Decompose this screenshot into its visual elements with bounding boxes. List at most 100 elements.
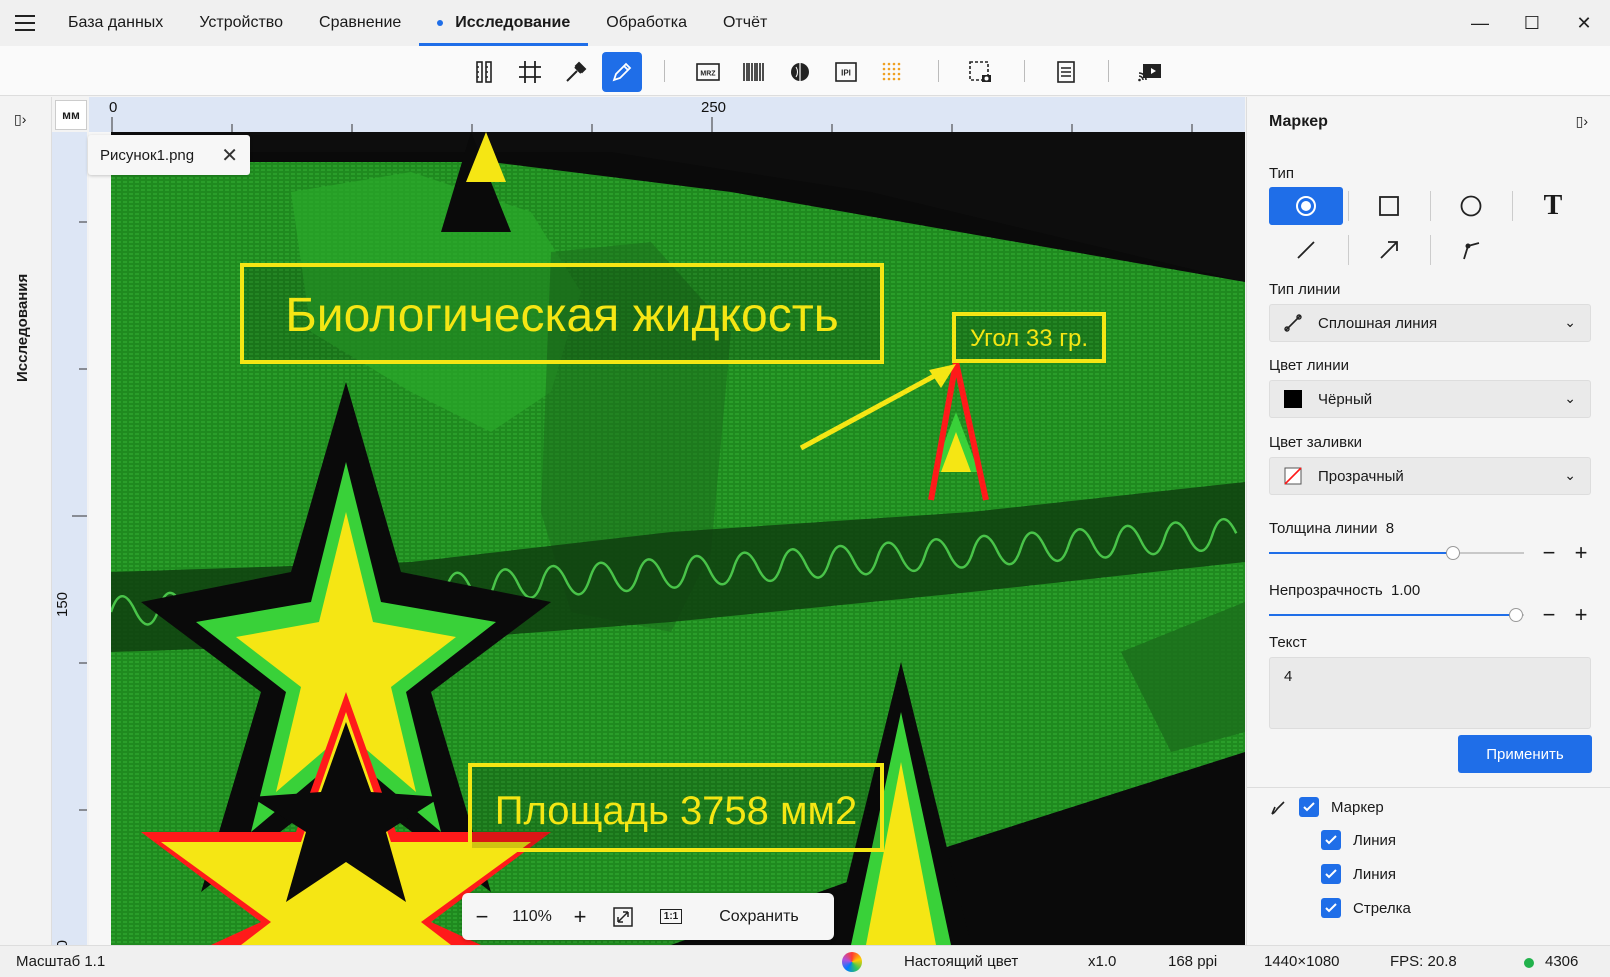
file-tab-name: Рисунок1.png (100, 146, 195, 164)
barcode-tool-button[interactable] (734, 52, 774, 92)
shape-line[interactable] (1269, 231, 1343, 269)
tab-comparison[interactable]: Сравнение (301, 0, 419, 46)
thickness-slider[interactable] (1269, 543, 1524, 563)
arrow-icon (1380, 241, 1398, 259)
marker-text-input[interactable]: 4 (1269, 657, 1591, 729)
angle-icon (1463, 242, 1480, 260)
annotation-angle-text[interactable]: Угол 33 гр. (970, 325, 1088, 352)
ruler-tool-button[interactable] (464, 52, 504, 92)
ipi-icon: IPI (835, 62, 857, 82)
layer-arrow[interactable]: Стрелка (1321, 898, 1411, 918)
shape-angle[interactable] (1434, 231, 1508, 269)
research-panel-label[interactable]: Исследования (14, 274, 31, 382)
grid-tool-button[interactable] (510, 52, 550, 92)
shape-text[interactable]: T (1516, 187, 1590, 225)
save-button[interactable]: Сохранить (694, 893, 824, 940)
transparent-swatch-icon (1284, 467, 1302, 485)
layer-line-2[interactable]: Линия (1321, 864, 1396, 884)
zoom-level: 110% (512, 907, 552, 925)
fill-color-value: Прозрачный (1318, 467, 1404, 485)
zoom-bar: − 110% + 1:1 Сохранить (462, 893, 834, 940)
marker-tool-button[interactable] (602, 52, 642, 92)
zoom-out-button[interactable]: − (462, 893, 502, 940)
apply-button[interactable]: Применить (1458, 735, 1592, 773)
tab-processing[interactable]: Обработка (588, 0, 705, 46)
status-ppi: 168 ppi (1168, 953, 1218, 970)
shape-arrow[interactable] (1352, 231, 1426, 269)
mrz-icon: MRZ (696, 63, 720, 81)
shape-rectangle[interactable] (1352, 187, 1426, 225)
ruler-unit[interactable]: мм (55, 100, 87, 130)
checkbox-line-1[interactable] (1321, 830, 1341, 850)
document-button[interactable] (1046, 52, 1086, 92)
fill-color-select[interactable]: Прозрачный ⌄ (1269, 457, 1591, 495)
close-tab-icon[interactable]: ✕ (221, 143, 238, 168)
hologram-icon (791, 63, 809, 81)
grid-icon (519, 61, 541, 83)
mrz-tool-button[interactable]: MRZ (688, 52, 728, 92)
fit-screen-button[interactable] (598, 893, 648, 940)
eyedropper-tool-button[interactable] (556, 52, 596, 92)
slider-thumb[interactable] (1509, 608, 1524, 622)
minimize-button[interactable]: — (1454, 0, 1506, 46)
layer-line-1[interactable]: Линия (1321, 830, 1396, 850)
ruler-label-150: 150 (54, 591, 71, 617)
tab-report[interactable]: Отчёт (705, 0, 785, 46)
line-color-select[interactable]: Чёрный ⌄ (1269, 380, 1591, 418)
thickness-increase-button[interactable]: + (1571, 542, 1591, 564)
expand-panel-icon[interactable]: ▯› (14, 111, 26, 128)
opacity-slider[interactable] (1269, 605, 1524, 625)
layer-marker[interactable]: Маркер (1269, 797, 1384, 817)
rectangle-icon (1379, 196, 1399, 216)
opacity-decrease-button[interactable]: − (1539, 604, 1559, 626)
circle-icon (1460, 195, 1482, 217)
dots-pattern-tool-button[interactable] (872, 52, 912, 92)
text-label: Текст (1269, 634, 1307, 651)
toolbar: MRZ IPI (0, 46, 1610, 96)
checkbox-arrow[interactable] (1321, 898, 1341, 918)
slider-thumb[interactable] (1445, 546, 1460, 560)
shape-ellipse[interactable] (1434, 187, 1508, 225)
line-type-select[interactable]: Сплошная линия ⌄ (1269, 304, 1591, 342)
layer-line-2-label: Линия (1353, 865, 1397, 883)
ipi-tool-button[interactable]: IPI (826, 52, 866, 92)
status-scale: Масштаб 1.1 (16, 953, 106, 970)
image-canvas[interactable]: Биологическая жидкость Угол 33 гр. Площа… (89, 132, 1245, 945)
top-menu-bar: База данных Устройство Сравнение Исследо… (0, 0, 1610, 46)
checkbox-marker[interactable] (1299, 797, 1319, 817)
fill-color-label: Цвет заливки (1269, 434, 1363, 451)
marker-pen-icon (1271, 801, 1285, 815)
cast-screen-button[interactable] (1130, 52, 1170, 92)
thickness-decrease-button[interactable]: − (1539, 542, 1559, 564)
annotation-area-text[interactable]: Площадь 3758 мм2 (495, 789, 858, 833)
svg-text:IPI: IPI (841, 69, 851, 78)
line-color-label: Цвет линии (1269, 357, 1349, 374)
actual-size-button[interactable]: 1:1 (648, 893, 694, 940)
research-side-panel: ▯› Исследования (0, 97, 52, 945)
collapse-panel-icon[interactable]: ▯› (1576, 113, 1588, 130)
hologram-tool-button[interactable] (780, 52, 820, 92)
vertical-ruler: 150 300 (52, 132, 87, 965)
tab-database[interactable]: База данных (50, 0, 181, 46)
annotation-bio-text[interactable]: Биологическая жидкость (285, 289, 838, 342)
tab-research[interactable]: Исследование (419, 0, 589, 46)
file-tab[interactable]: Рисунок1.png ✕ (88, 135, 250, 175)
maximize-button[interactable]: ☐ (1506, 0, 1558, 46)
hamburger-menu-icon[interactable] (0, 0, 50, 46)
region-capture-button[interactable] (960, 52, 1000, 92)
layer-marker-label: Маркер (1331, 798, 1384, 816)
tab-research-label: Исследование (455, 14, 571, 31)
close-window-button[interactable]: ✕ (1558, 0, 1610, 46)
status-color-mode[interactable]: Настоящий цвет (904, 953, 1018, 970)
zoom-in-button[interactable]: + (562, 893, 598, 940)
checkbox-line-2[interactable] (1321, 864, 1341, 884)
status-fps: FPS: 20.8 (1390, 953, 1457, 970)
thickness-label: Толщина линии (1269, 520, 1378, 537)
color-wheel-icon[interactable] (842, 952, 862, 972)
tab-device[interactable]: Устройство (181, 0, 301, 46)
status-zoom: x1.0 (1088, 953, 1117, 970)
thickness-value: 8 (1385, 520, 1395, 537)
type-label: Тип (1269, 165, 1295, 182)
shape-marker-point[interactable] (1269, 187, 1343, 225)
opacity-increase-button[interactable]: + (1571, 604, 1591, 626)
